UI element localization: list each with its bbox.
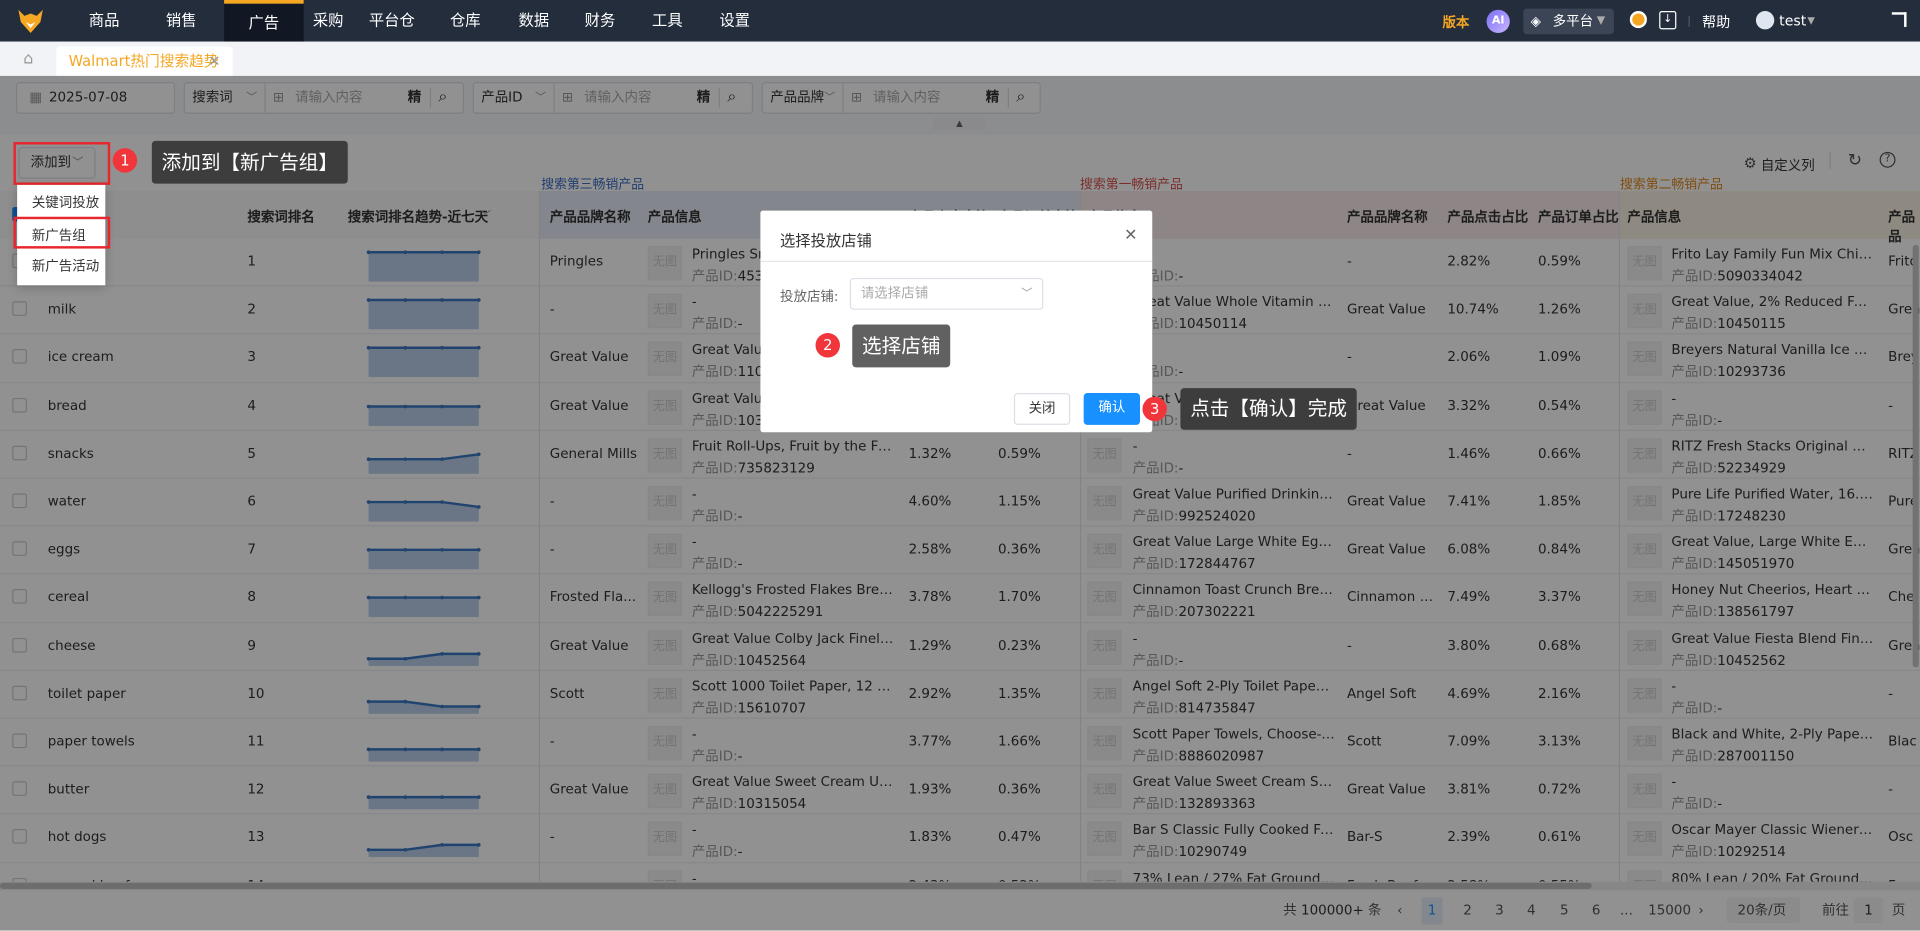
close-icon[interactable]: ✕ (1124, 227, 1137, 245)
nav-item[interactable]: 数据 (497, 0, 570, 42)
step-tooltip-3: 点击【确认】完成 (1180, 388, 1357, 430)
modal-overlay[interactable] (0, 75, 1920, 931)
top-nav: 商品 销售 广告 采购 平台仓 仓库 数据 财务 工具 设置 版本 AI ◈ 多平台 ▼ ↓ 帮助… (0, 0, 1920, 42)
headset-icon[interactable] (1629, 11, 1647, 29)
divider (760, 260, 1153, 263)
avatar[interactable] (1755, 11, 1775, 30)
fullscreen-icon[interactable] (1891, 12, 1907, 27)
divider (1688, 15, 1690, 27)
highlight-add-to (13, 142, 111, 185)
menu-item-keyword-targeting[interactable]: 关键词投放 (32, 192, 99, 212)
step-badge-2: 2 (815, 333, 841, 358)
close-button[interactable]: 关闭 (1013, 393, 1071, 425)
step-badge-1: 1 (112, 148, 138, 173)
menu-item-new-campaign[interactable]: 新广告活动 (32, 256, 99, 276)
nav-item[interactable]: 采购 (291, 0, 364, 42)
version-link[interactable]: 版本 (1442, 12, 1469, 32)
nav-item[interactable]: 财务 (563, 0, 636, 42)
help-link[interactable]: 帮助 (1702, 12, 1730, 32)
nav-item[interactable]: 商品 (67, 0, 140, 42)
caret-down-icon[interactable]: ▼ (1807, 15, 1815, 26)
step-tooltip-1: 添加到【新广告组】 (151, 140, 348, 184)
nav-item[interactable]: 仓库 (429, 0, 502, 42)
tab-label: Walmart热门搜索趋势 (68, 52, 219, 70)
store-label: 投放店铺: (780, 288, 839, 305)
platform-label: 多平台 (1552, 13, 1594, 30)
chevron-down-icon: ﹀ (1021, 287, 1033, 301)
nav-item[interactable]: 设置 (698, 0, 771, 42)
tab-bar (0, 41, 1920, 76)
tab-walmart-trends[interactable]: Walmart热门搜索趋势 ✕ (56, 46, 233, 76)
store-select[interactable]: 请选择店铺 ﹀ (849, 277, 1044, 310)
app-root: 商品 销售 广告 采购 平台仓 仓库 数据 财务 工具 设置 版本 AI ◈ 多平台 ▼ ↓ 帮助… (0, 0, 1920, 931)
store-select-placeholder: 请选择店铺 (860, 285, 929, 302)
caret-down-icon: ▼ (1596, 14, 1606, 27)
modal-title: 选择投放店铺 (780, 231, 872, 250)
close-icon[interactable]: ✕ (208, 47, 220, 76)
download-icon[interactable]: ↓ (1659, 11, 1677, 30)
home-icon[interactable]: ⌂ (23, 50, 33, 68)
select-store-modal: 选择投放店铺 ✕ 投放店铺: 请选择店铺 ﹀ 关闭 确认 (760, 210, 1153, 433)
nav-item[interactable]: 工具 (631, 0, 704, 42)
fox-logo-icon[interactable] (17, 7, 44, 34)
step-tooltip-2: 选择店铺 (852, 324, 951, 368)
layers-icon: ◈ (1530, 13, 1541, 30)
platform-dropdown[interactable]: ◈ 多平台 ▼ (1523, 8, 1614, 35)
confirm-button[interactable]: 确认 (1083, 393, 1141, 425)
step-badge-3: 3 (1142, 396, 1167, 422)
nav-item[interactable]: 平台仓 (355, 0, 428, 42)
highlight-new-ad-group (13, 216, 111, 249)
nav-item[interactable]: 销售 (144, 0, 217, 42)
ai-icon[interactable]: AI (1486, 9, 1510, 34)
user-name[interactable]: test (1779, 12, 1806, 29)
